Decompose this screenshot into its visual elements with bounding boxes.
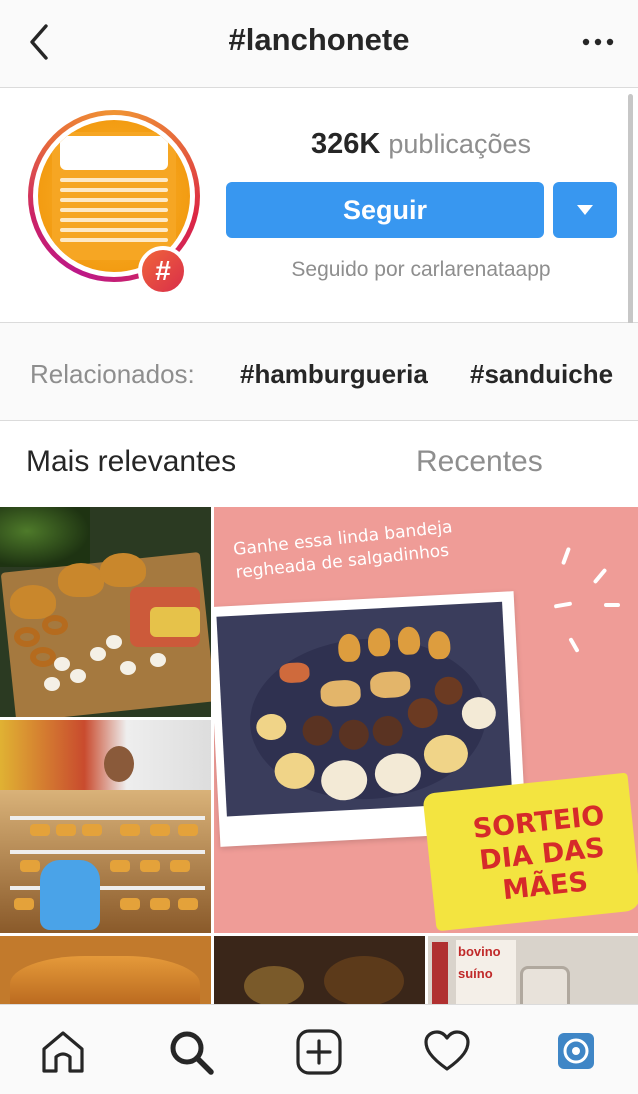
meat-label-suino: suíno bbox=[458, 966, 493, 981]
followed-by-text: Seguido por carlarenataapp bbox=[291, 258, 551, 281]
related-tag-sanduiche[interactable]: #sanduiche bbox=[470, 359, 613, 390]
post-thumbnail-meat-jar[interactable]: bovino suíno bbox=[428, 936, 638, 1004]
tab-top-posts[interactable]: Mais relevantes bbox=[26, 445, 236, 479]
post-thumbnail-pastry[interactable] bbox=[0, 936, 211, 1004]
home-icon bbox=[42, 1031, 84, 1073]
related-tag-hamburgueria[interactable]: #hamburgueria bbox=[240, 359, 428, 390]
meat-label-bovino: bovino bbox=[458, 944, 501, 959]
home-button[interactable] bbox=[38, 1027, 88, 1077]
related-hashtags: Relacionados: #hamburgueria #sanduiche bbox=[0, 323, 638, 421]
post-count-value: 326K bbox=[311, 128, 381, 160]
follow-dropdown-button[interactable] bbox=[553, 182, 617, 238]
post-grid: Ganhe essa linda bandeja regheada de sal… bbox=[0, 507, 638, 1004]
promo-text: Ganhe essa linda bandeja regheada de sal… bbox=[232, 517, 454, 583]
search-button[interactable] bbox=[166, 1027, 216, 1077]
post-count-label: publicações bbox=[388, 129, 531, 159]
new-post-icon bbox=[296, 1029, 342, 1075]
top-navigation-bar: #lanchonete bbox=[0, 0, 638, 88]
promo-badge-text: SORTEIO DIA DAS MÃES bbox=[471, 800, 606, 907]
post-thumbnail-burger-board[interactable] bbox=[0, 507, 211, 717]
page-title: #lanchonete bbox=[228, 22, 410, 57]
new-post-button[interactable] bbox=[294, 1027, 344, 1077]
post-thumbnail-promo-giveaway[interactable]: Ganhe essa linda bandeja regheada de sal… bbox=[214, 507, 638, 933]
search-icon bbox=[170, 1031, 214, 1075]
activity-button[interactable] bbox=[422, 1027, 472, 1077]
more-horizontal-icon bbox=[582, 38, 614, 46]
bottom-tab-bar bbox=[0, 1004, 638, 1094]
activity-heart-icon bbox=[424, 1030, 470, 1071]
caret-down-icon bbox=[577, 205, 593, 215]
tab-recent[interactable]: Recentes bbox=[416, 445, 543, 479]
more-options-button[interactable] bbox=[578, 24, 618, 60]
post-thumbnail-snack-display[interactable] bbox=[0, 720, 211, 933]
related-label: Relacionados: bbox=[30, 359, 195, 389]
hashtag-badge-icon: # bbox=[138, 246, 188, 296]
post-thumbnail-dark-food[interactable] bbox=[214, 936, 425, 1004]
hashtag-header: # 326K publicações Seguir Seguido por ca… bbox=[0, 88, 638, 323]
profile-avatar-icon bbox=[558, 1033, 594, 1069]
feed-tabs: Mais relevantes Recentes bbox=[0, 421, 638, 507]
post-count: 326K publicações bbox=[226, 128, 616, 161]
follow-button[interactable]: Seguir bbox=[226, 182, 544, 238]
profile-button[interactable] bbox=[556, 1031, 596, 1071]
